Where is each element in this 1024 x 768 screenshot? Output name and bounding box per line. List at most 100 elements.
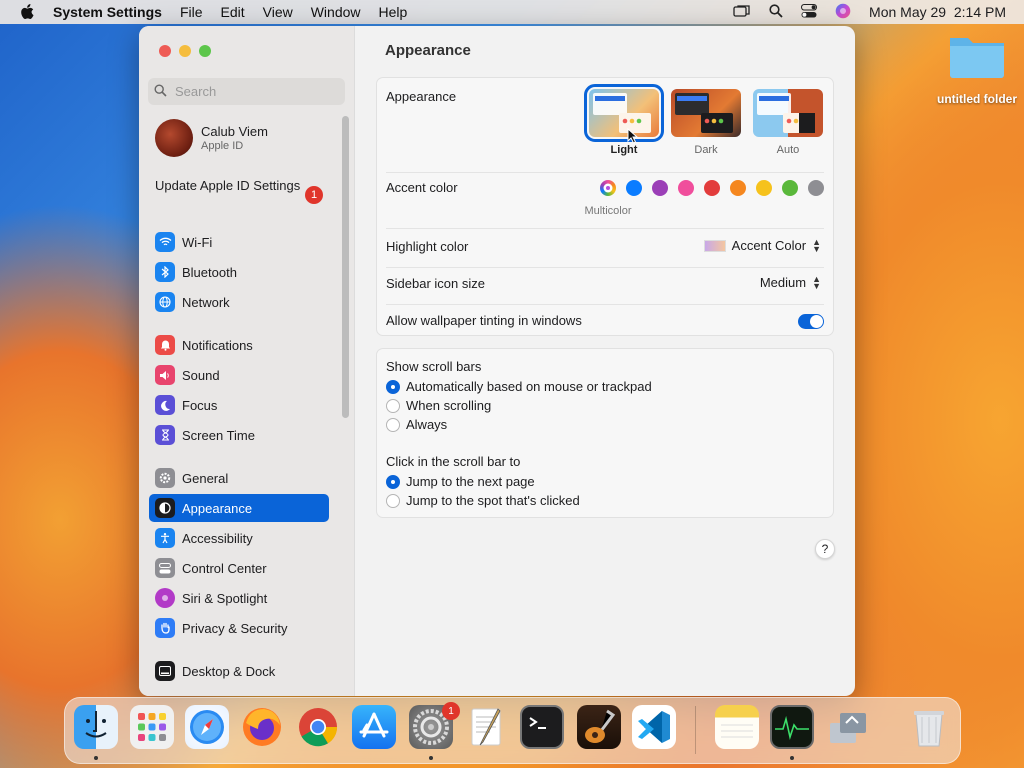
edit-menu[interactable]: Edit [212,4,254,20]
bluetooth-icon [155,262,175,282]
scroll-bars-when-scrolling-radio[interactable]: When scrolling [386,398,491,413]
jump-to-spot-radio[interactable]: Jump to the spot that's clicked [386,493,580,508]
theme-auto-label: Auto [776,144,800,156]
menu-clock[interactable]: Mon May 29 2:14 PM [869,4,1006,20]
dock-safari-icon[interactable] [185,705,229,749]
accent-color-label: Accent color [386,180,458,195]
sidebar: Search Calub Viem Apple ID Update Apple … [139,26,355,696]
control-center-icon[interactable] [801,3,818,21]
sidebar-item-siri[interactable]: Siri & Spotlight [149,584,329,612]
help-button[interactable]: ? [815,539,835,559]
radio-label: Always [406,417,448,432]
sidebar-item-accessibility[interactable]: Accessibility [149,524,329,552]
folder-label: untitled folder [937,92,1017,106]
accent-pink-swatch[interactable] [678,180,694,196]
theme-auto-option[interactable] [753,89,823,137]
zoom-button[interactable] [199,45,211,57]
app-menu[interactable]: System Settings [44,4,171,20]
dock-chrome-icon[interactable] [296,705,340,749]
sidebar-item-label: Appearance [182,500,253,516]
highlight-color-label: Highlight color [386,239,469,254]
dock-firefox-icon[interactable] [240,705,284,749]
sidebar-item-general[interactable]: General [149,464,329,492]
dock-app-store-icon[interactable] [352,705,396,749]
appearance-icon [155,498,175,518]
chevron-updown-icon: ▲ ▼ [812,273,821,291]
settings-badge: 1 [442,702,460,720]
close-button[interactable] [159,45,171,57]
sidebar-item-desktop-dock[interactable]: Desktop & Dock [149,657,329,685]
theme-dark-option[interactable] [671,89,741,137]
sidebar-item-notifications[interactable]: Notifications [149,331,329,359]
accent-multicolor-swatch[interactable] [600,180,616,196]
apple-menu-icon[interactable] [10,4,44,20]
radio-indicator [386,474,400,489]
chevron-updown-icon: ▲ ▼ [812,236,821,254]
update-apple-id-item[interactable]: Update Apple ID Settings [155,178,325,194]
sidebar-item-sound[interactable]: Sound [149,361,329,389]
profile-name: Calub Viem [201,124,268,139]
file-menu[interactable]: File [171,4,212,20]
scroll-bars-group: Show scroll bars Automatically based on … [376,348,834,518]
sidebar-item-screen-time[interactable]: Screen Time [149,421,329,449]
accent-graphite-swatch[interactable] [808,180,824,196]
sidebar-item-label: Wi-Fi [182,234,213,250]
scroll-bars-automatic-radio[interactable]: Automatically based on mouse or trackpad [386,379,652,394]
highlight-color-popup[interactable]: Accent Color ▲ ▼ [703,236,821,254]
sidebar-item-bluetooth[interactable]: Bluetooth [149,258,329,286]
dock-textedit-icon[interactable] [464,705,508,749]
accent-orange-swatch[interactable] [730,180,746,196]
sidebar-item-control-center[interactable]: Control Center [149,554,329,582]
dock-launchpad-icon[interactable] [130,705,174,749]
gear-icon [155,468,175,488]
sidebar-item-label: Desktop & Dock [182,663,276,679]
sidebar-item-label: Notifications [182,337,253,353]
dock-vscode-icon[interactable] [632,705,676,749]
dock-trash-icon[interactable] [907,705,951,749]
theme-light-label: Light [610,144,638,156]
sidebar-item-label: Privacy & Security [182,620,288,636]
radio-indicator [386,417,400,432]
apple-id-profile[interactable]: Calub Viem Apple ID [155,119,268,157]
dock-migration-assistant-icon[interactable] [826,705,870,749]
sidebar-item-label: Control Center [182,560,267,576]
minimize-button[interactable] [179,45,191,57]
accent-green-swatch[interactable] [782,180,798,196]
help-menu[interactable]: Help [370,4,417,20]
accent-red-swatch[interactable] [704,180,720,196]
spotlight-search-icon[interactable] [769,3,783,21]
dock-finder-icon[interactable] [74,705,118,749]
radio-label: Automatically based on mouse or trackpad [406,379,652,394]
accent-blue-swatch[interactable] [626,180,642,196]
bell-icon [155,335,175,355]
highlight-color-value: Accent Color [731,238,807,253]
search-field[interactable]: Search [148,78,345,105]
jump-next-page-radio[interactable]: Jump to the next page [386,474,535,489]
siri-icon[interactable] [835,3,851,22]
accessibility-icon [155,528,175,548]
radio-label: Jump to the spot that's clicked [406,493,580,508]
scroll-bars-always-radio[interactable]: Always [386,417,447,432]
accent-yellow-swatch[interactable] [756,180,772,196]
screen-mirroring-icon[interactable] [733,4,751,21]
wallpaper-tinting-label: Allow wallpaper tinting in windows [386,313,582,328]
theme-light-option[interactable] [584,84,664,142]
window-menu[interactable]: Window [302,4,370,20]
view-menu[interactable]: View [254,4,302,20]
desktop-folder[interactable]: untitled folder [930,32,1024,106]
accent-purple-swatch[interactable] [652,180,668,196]
dock-terminal-icon[interactable] [520,705,564,749]
dock-activity-monitor-icon[interactable] [770,705,814,749]
wallpaper-tinting-toggle[interactable] [798,314,824,329]
sidebar-item-wifi[interactable]: Wi-Fi [149,228,329,256]
sidebar-icon-size-popup[interactable]: Medium ▲ ▼ [760,273,821,291]
accent-selected-label: Multicolor [584,205,632,217]
sidebar-item-privacy[interactable]: Privacy & Security [149,614,329,642]
sidebar-item-focus[interactable]: Focus [149,391,329,419]
sidebar-scrollbar[interactable] [342,116,349,418]
dock-notes-icon[interactable] [715,705,759,749]
sidebar-item-appearance[interactable]: Appearance [149,494,329,522]
sidebar-item-network[interactable]: Network [149,288,329,316]
dock-garageband-icon[interactable] [577,705,621,749]
globe-icon [155,292,175,312]
